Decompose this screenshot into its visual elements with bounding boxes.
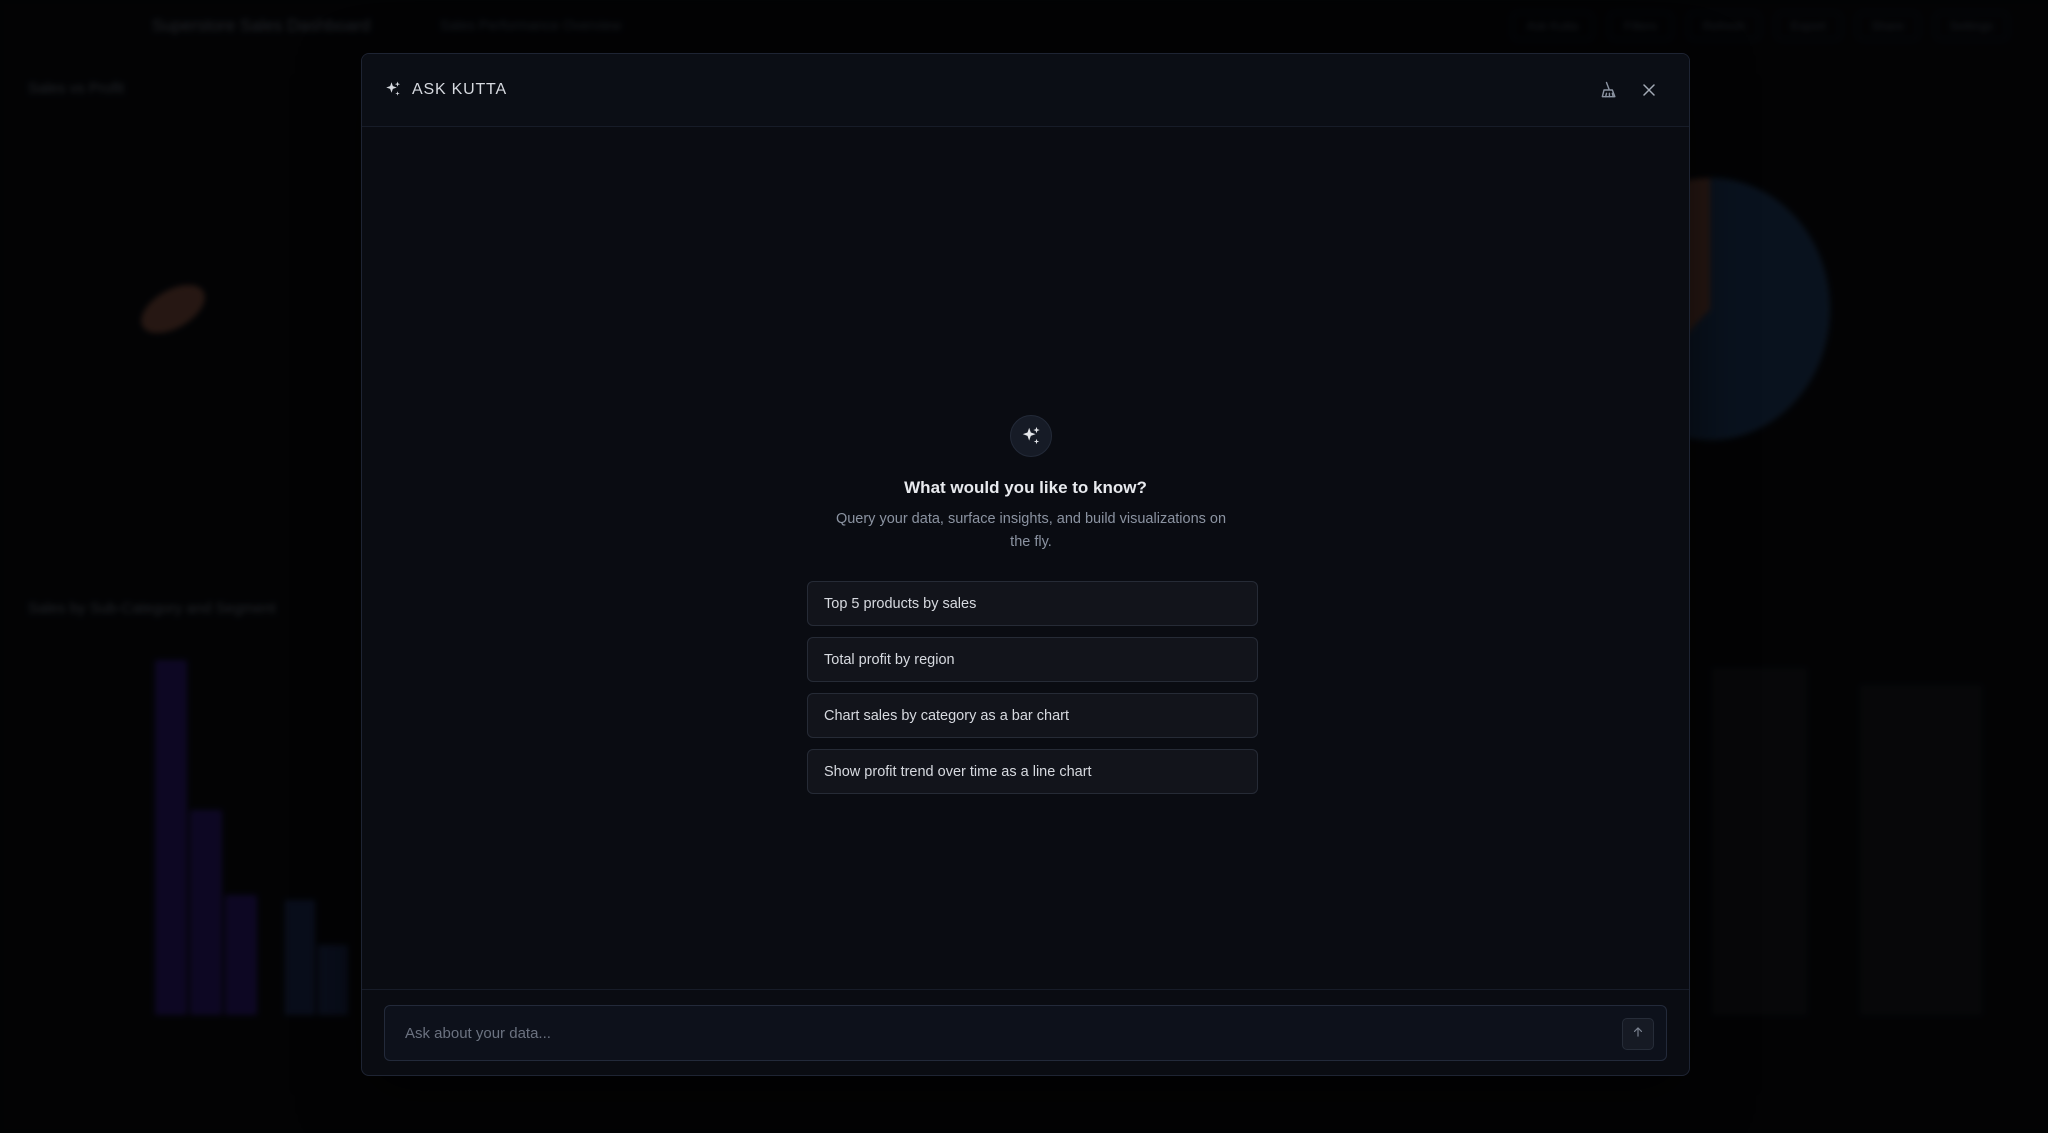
modal-header: ASK KUTTA bbox=[362, 54, 1689, 127]
chat-area: What would you like to know? Query your … bbox=[362, 128, 1689, 1044]
broom-icon[interactable] bbox=[1599, 80, 1619, 100]
modal-title: ASK KUTTA bbox=[412, 81, 507, 98]
send-button[interactable] bbox=[1622, 1018, 1654, 1050]
suggestion-button[interactable]: Chart sales by category as a bar chart bbox=[807, 693, 1258, 738]
suggestion-list: Top 5 products by sales Total profit by … bbox=[807, 581, 1258, 805]
composer bbox=[384, 1005, 1667, 1061]
sparkles-icon bbox=[384, 80, 402, 98]
suggestion-button[interactable]: Top 5 products by sales bbox=[807, 581, 1258, 626]
close-icon[interactable] bbox=[1639, 80, 1659, 100]
empty-state-subtext: Query your data, surface insights, and b… bbox=[835, 511, 1227, 550]
composer-bar bbox=[362, 989, 1689, 1075]
suggestion-button[interactable]: Show profit trend over time as a line ch… bbox=[807, 749, 1258, 794]
suggestion-button[interactable]: Total profit by region bbox=[807, 637, 1258, 682]
ask-kutta-modal: ASK KUTTA What would you like to know? Q… bbox=[361, 53, 1690, 1076]
arrow-up-icon bbox=[1631, 1025, 1645, 1044]
empty-state-heading: What would you like to know? bbox=[904, 478, 1147, 497]
chat-input[interactable] bbox=[405, 1006, 1605, 1060]
sparkles-icon bbox=[1010, 415, 1052, 457]
